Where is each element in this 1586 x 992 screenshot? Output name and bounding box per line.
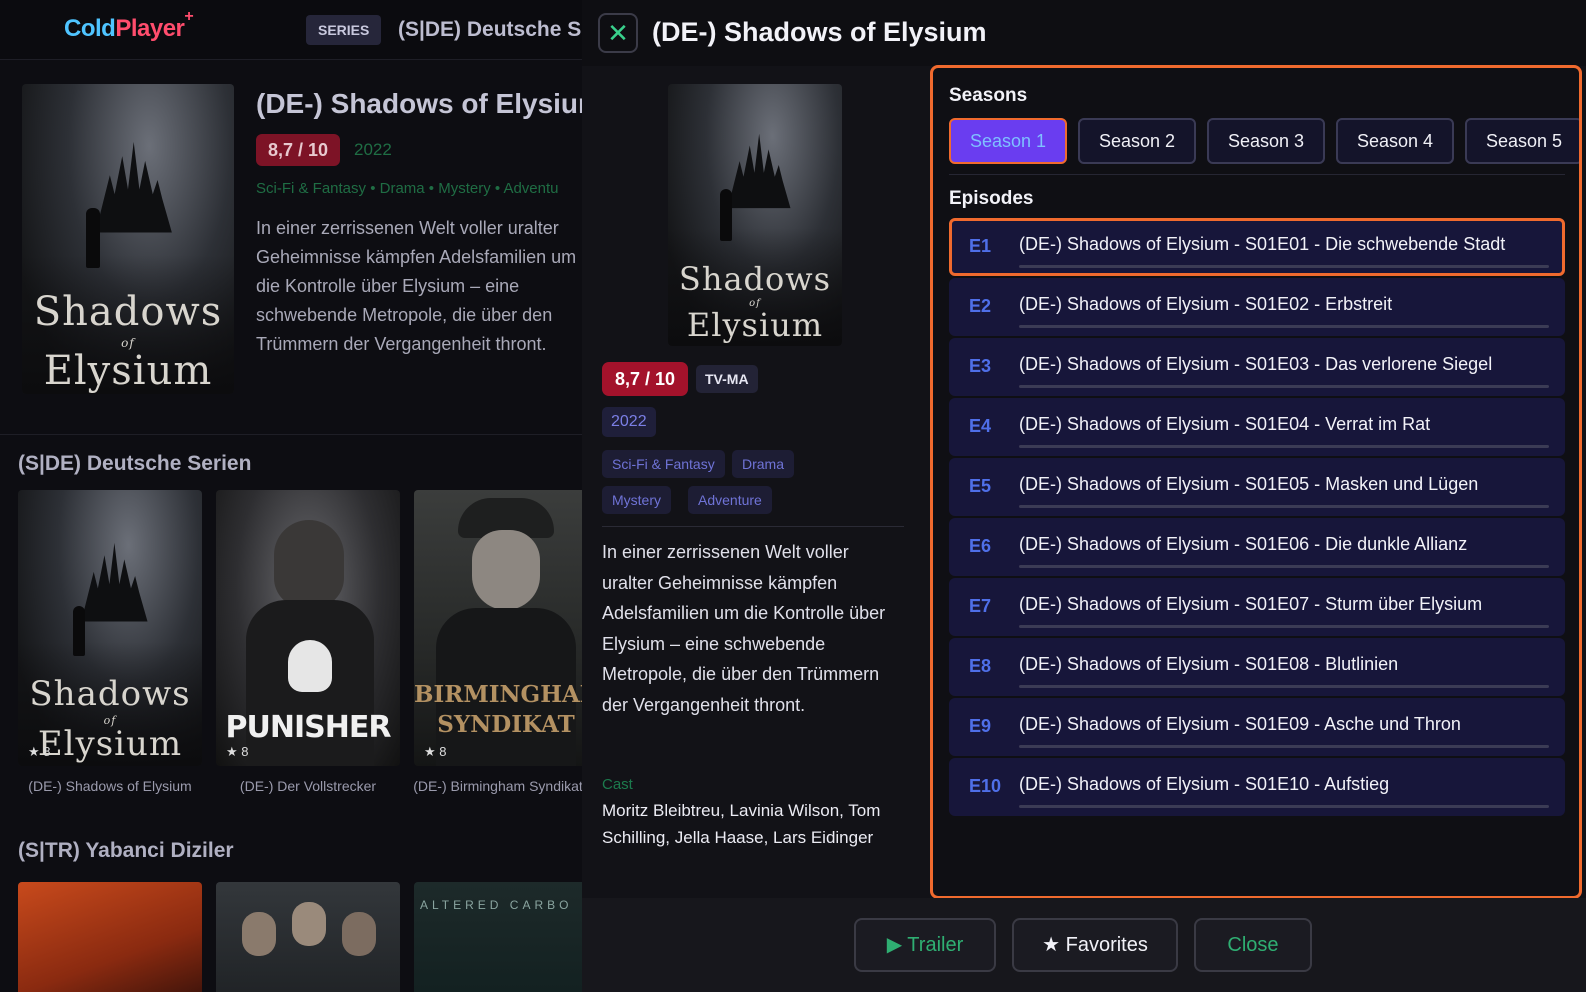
modal-footer: ▶ Trailer ★ Favorites Close xyxy=(582,898,1586,992)
episode-row[interactable]: E8 (DE-) Shadows of Elysium - S01E08 - B… xyxy=(949,638,1565,696)
close-button[interactable]: Close xyxy=(1194,918,1312,972)
trailer-button[interactable]: ▶ Trailer xyxy=(854,918,996,972)
series-card-shadows[interactable]: Shadows of Elysium ★ 8 xyxy=(18,490,202,766)
age-rating-badge: TV-MA xyxy=(696,365,758,393)
series-card[interactable] xyxy=(216,882,400,992)
genre-chip: Drama xyxy=(732,450,795,478)
episodes-label: Episodes xyxy=(949,188,1034,209)
episode-progress-bar xyxy=(1019,565,1549,568)
series-detail-modal: ✕ (DE-) Shadows of Elysium Shadows of El… xyxy=(582,0,1586,992)
hero-poster[interactable]: Shadows of Elysium xyxy=(22,84,234,394)
episode-row[interactable]: E6 (DE-) Shadows of Elysium - S01E06 - D… xyxy=(949,518,1565,576)
cast-label: Cast xyxy=(602,776,633,793)
season-4-button[interactable]: Season 4 xyxy=(1336,118,1454,164)
episode-number: E6 xyxy=(969,536,992,556)
hero-year: 2022 xyxy=(354,140,392,159)
episode-number: E9 xyxy=(969,716,992,736)
episode-progress-bar xyxy=(1019,445,1549,448)
hero-title: (DE-) Shadows of Elysium xyxy=(256,88,603,119)
episode-row[interactable]: E5 (DE-) Shadows of Elysium - S01E05 - M… xyxy=(949,458,1565,516)
episode-progress-bar xyxy=(1019,625,1549,628)
episode-row[interactable]: E1 (DE-) Shadows of Elysium - S01E01 - D… xyxy=(949,218,1565,276)
episode-number: E5 xyxy=(969,476,992,496)
rating-badge: 8,7 / 10 xyxy=(602,362,689,396)
episode-progress-bar xyxy=(1019,325,1549,328)
modal-header: ✕ (DE-) Shadows of Elysium xyxy=(582,0,1586,66)
episode-number: E3 xyxy=(969,356,992,376)
episode-row[interactable]: E10 (DE-) Shadows of Elysium - S01E10 - … xyxy=(949,758,1565,816)
episodes-panel: Seasons Season 1 Season 2 Season 3 Seaso… xyxy=(930,65,1582,899)
genre-chip: Sci-Fi & Fantasy xyxy=(602,450,725,478)
close-icon[interactable]: ✕ xyxy=(598,13,638,53)
episode-title: (DE-) Shadows of Elysium - S01E09 - Asch… xyxy=(1019,714,1461,734)
season-3-button[interactable]: Season 3 xyxy=(1207,118,1325,164)
episode-title: (DE-) Shadows of Elysium - S01E04 - Verr… xyxy=(1019,414,1431,434)
modal-title: (DE-) Shadows of Elysium xyxy=(652,17,987,47)
episode-progress-bar xyxy=(1019,505,1549,508)
description: In einer zerrissenen Welt voller uralter… xyxy=(602,542,886,715)
episode-number: E10 xyxy=(969,776,1002,796)
episode-title: (DE-) Shadows of Elysium - S01E06 - Die … xyxy=(1019,534,1468,554)
card-label: (DE-) Shadows of Elysium xyxy=(28,778,192,794)
cast-list: Moritz Bleibtreu, Lavinia Wilson, Tom Sc… xyxy=(602,801,881,847)
card-label: (DE-) Der Vollstrecker xyxy=(239,778,377,794)
card-rating: ★ 8 xyxy=(28,744,51,759)
series-card[interactable]: ALTERED CARBO xyxy=(414,882,598,992)
app-logo[interactable]: ColdPlayer+ xyxy=(64,8,194,43)
episode-number: E4 xyxy=(969,416,992,436)
episode-row[interactable]: E4 (DE-) Shadows of Elysium - S01E04 - V… xyxy=(949,398,1565,456)
episode-progress-bar xyxy=(1019,265,1549,268)
episode-progress-bar xyxy=(1019,805,1549,808)
series-card-vollstrecker[interactable]: PUNISHER ★ 8 xyxy=(216,490,400,766)
episode-title: (DE-) Shadows of Elysium - S01E10 - Aufs… xyxy=(1019,774,1390,794)
season-5-button[interactable]: Season 5 xyxy=(1465,118,1579,164)
episode-title: (DE-) Shadows of Elysium - S01E05 - Mask… xyxy=(1019,474,1479,494)
row-title: (S|TR) Yabanci Diziler xyxy=(18,839,234,862)
hero-rating-badge: 8,7 / 10 xyxy=(256,134,341,166)
seasons-label: Seasons xyxy=(949,85,1028,106)
series-card-birmingham[interactable]: BIRMINGHAM SYNDIKAT ★ 8 xyxy=(414,490,598,766)
episode-row[interactable]: E7 (DE-) Shadows of Elysium - S01E07 - S… xyxy=(949,578,1565,636)
top-bar: ColdPlayer+ SERIES (S|DE) Deutsche Ser xyxy=(0,0,602,60)
hero-description: In einer zerrissenen Welt voller uralter… xyxy=(256,218,577,354)
episode-number: E1 xyxy=(969,236,992,256)
episode-number: E2 xyxy=(969,296,992,316)
row-title: (S|DE) Deutsche Serien xyxy=(18,452,252,475)
episode-title: (DE-) Shadows of Elysium - S01E08 - Blut… xyxy=(1019,654,1399,674)
genre-chip: Mystery xyxy=(602,486,671,514)
card-rating: ★ 8 xyxy=(424,744,447,759)
series-card[interactable] xyxy=(18,882,202,992)
divider xyxy=(949,174,1565,175)
episode-row[interactable]: E2 (DE-) Shadows of Elysium - S01E02 - E… xyxy=(949,278,1565,336)
favorites-button[interactable]: ★ Favorites xyxy=(1012,918,1178,972)
episode-progress-bar xyxy=(1019,685,1549,688)
episode-number: E7 xyxy=(969,596,992,616)
divider xyxy=(0,434,600,435)
episode-progress-bar xyxy=(1019,385,1549,388)
divider xyxy=(602,526,904,527)
season-2-button[interactable]: Season 2 xyxy=(1078,118,1196,164)
episode-row[interactable]: E3 (DE-) Shadows of Elysium - S01E03 - D… xyxy=(949,338,1565,396)
episode-number: E8 xyxy=(969,656,992,676)
genre-chip: Adventure xyxy=(688,486,772,514)
card-label: (DE-) Birmingham Syndikat xyxy=(413,778,583,794)
episode-title: (DE-) Shadows of Elysium - S01E01 - Die … xyxy=(1019,234,1506,254)
detail-poster: Shadows of Elysium xyxy=(668,84,842,346)
year-chip: 2022 xyxy=(602,407,656,437)
episode-title: (DE-) Shadows of Elysium - S01E03 - Das … xyxy=(1019,354,1493,374)
series-tab[interactable]: SERIES xyxy=(306,15,382,45)
episode-title: (DE-) Shadows of Elysium - S01E02 - Erbs… xyxy=(1019,294,1393,314)
season-1-button[interactable]: Season 1 xyxy=(949,118,1067,164)
episode-row[interactable]: E9 (DE-) Shadows of Elysium - S01E09 - A… xyxy=(949,698,1565,756)
category-title: (S|DE) Deutsche Ser xyxy=(398,18,602,41)
episode-title: (DE-) Shadows of Elysium - S01E07 - Stur… xyxy=(1019,594,1483,614)
hero-genres: Sci-Fi & Fantasy • Drama • Mystery • Adv… xyxy=(256,180,559,197)
card-rating: ★ 8 xyxy=(226,744,249,759)
episode-progress-bar xyxy=(1019,745,1549,748)
